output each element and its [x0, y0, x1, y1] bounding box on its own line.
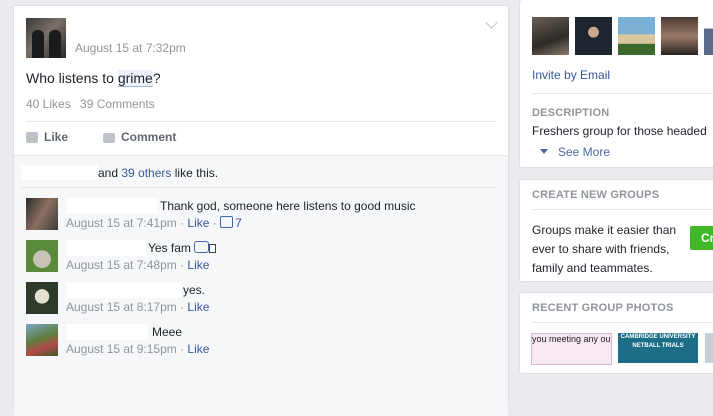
likes-summary: and 39 others like this.	[21, 165, 218, 180]
likes-count[interactable]: 40 Likes	[26, 97, 71, 111]
post-card: August 15 at 7:32pm Who listens to grime…	[13, 5, 509, 416]
recent-photos-heading: RECENT GROUP PHOTOS	[532, 302, 674, 314]
thumbs-up-icon	[26, 132, 38, 143]
comment-text: Meee	[152, 325, 183, 339]
comment-meta: August 15 at 7:41pm · Like · 7	[66, 216, 242, 230]
commenter-name[interactable]	[66, 240, 146, 256]
create-groups-line: ever to share with friends,	[532, 242, 670, 256]
triangle-down-icon	[540, 149, 548, 154]
comment-text: yes.	[183, 283, 206, 297]
chevron-down-icon[interactable]	[485, 16, 498, 29]
comment-item: Thank god, someone here listens to good …	[26, 198, 496, 234]
group-photo[interactable]	[705, 333, 713, 363]
comment-meta: August 15 at 9:15pm · Like	[66, 342, 210, 356]
comment-like-link[interactable]: Like	[187, 258, 209, 272]
description-heading: DESCRIPTION	[532, 107, 610, 119]
create-group-button[interactable]: Cr	[690, 226, 713, 250]
group-post-avatar[interactable]	[26, 18, 66, 58]
member-photo[interactable]	[532, 17, 569, 55]
speech-emoji-icon	[194, 241, 210, 253]
create-groups-panel: CREATE NEW GROUPS Groups make it easier …	[519, 179, 713, 282]
commenter-avatar[interactable]	[26, 240, 58, 272]
create-groups-description: Groups make it easier than ever to share…	[532, 221, 692, 278]
likes-suffix: like this.	[171, 166, 219, 180]
commenter-name[interactable]	[66, 324, 148, 340]
post-hashtag-grime[interactable]: grime	[117, 70, 153, 87]
comment-button[interactable]: Comment	[103, 130, 176, 144]
member-photo[interactable]	[661, 17, 698, 55]
comment-likes-number: 7	[235, 216, 242, 230]
divider	[21, 187, 496, 188]
like-button-label: Like	[44, 130, 69, 144]
commenter-name[interactable]	[66, 198, 158, 214]
comment-like-link[interactable]: Like	[187, 216, 209, 230]
comment-item: yes. August 15 at 8:17pm · Like	[26, 282, 496, 318]
divider	[532, 93, 713, 94]
group-photo-caption: CAMBRIDGE UNIVERSITY NETBALL TRIALS	[620, 334, 696, 349]
description-text: Freshers group for those headed	[532, 124, 707, 138]
group-photo-caption: you meeting any ou	[532, 334, 611, 344]
see-more-link[interactable]: See More	[540, 145, 610, 159]
comment-like-link[interactable]: Like	[187, 300, 209, 314]
group-photo[interactable]: you meeting any ou	[531, 333, 612, 365]
comment-text: Yes fam	[148, 241, 217, 255]
comment-meta: August 15 at 7:48pm · Like	[66, 258, 210, 272]
invite-by-email-link[interactable]: Invite by Email	[532, 68, 610, 82]
see-more-label: See More	[558, 145, 611, 159]
comment-timestamp[interactable]: August 15 at 7:48pm	[66, 258, 177, 272]
likes-others-link[interactable]: 39 others	[121, 166, 171, 180]
commenter-avatar[interactable]	[26, 282, 58, 314]
like-button[interactable]: Like	[26, 130, 68, 144]
comment-item: Meee August 15 at 9:15pm · Like	[26, 324, 496, 360]
likes-and: and	[98, 166, 122, 180]
comment-item: Yes fam August 15 at 7:48pm · Like	[26, 240, 496, 276]
divider	[26, 121, 496, 122]
create-groups-line: family and teammates.	[532, 261, 653, 275]
divider	[532, 322, 713, 323]
comment-like-link[interactable]: Like	[187, 342, 209, 356]
comments-count[interactable]: 39 Comments	[80, 97, 155, 111]
liker-name[interactable]	[21, 165, 98, 180]
comment-timestamp[interactable]: August 15 at 9:15pm	[66, 342, 177, 356]
thumbs-up-icon	[220, 216, 234, 228]
divider	[532, 209, 713, 210]
recent-photos-panel: RECENT GROUP PHOTOS you meeting any ou C…	[519, 292, 713, 374]
create-groups-heading: CREATE NEW GROUPS	[532, 189, 660, 201]
commenter-name[interactable]	[66, 282, 181, 298]
commenter-avatar[interactable]	[26, 324, 58, 356]
comment-bubble-icon	[103, 133, 115, 143]
comment-like-count[interactable]: 7	[220, 216, 242, 230]
post-stats: 40 Likes 39 Comments	[26, 97, 161, 111]
member-photo[interactable]	[618, 17, 655, 55]
comments-section: and 39 others like this. Thank god, some…	[14, 155, 508, 416]
member-photo[interactable]	[575, 17, 612, 55]
comment-text: Thank god, someone here listens to good …	[160, 199, 416, 213]
member-photo[interactable]	[704, 17, 713, 55]
comment-button-label: Comment	[121, 130, 177, 144]
group-info-panel: Invite by Email DESCRIPTION Freshers gro…	[519, 0, 713, 168]
group-photo[interactable]: CAMBRIDGE UNIVERSITY NETBALL TRIALS	[618, 333, 698, 363]
comment-text-content: Yes fam	[148, 241, 191, 255]
comment-timestamp[interactable]: August 15 at 7:41pm	[66, 216, 177, 230]
post-text: Who listens to grime?	[26, 70, 161, 87]
comment-meta: August 15 at 8:17pm · Like	[66, 300, 210, 314]
post-text-after: ?	[152, 70, 161, 86]
comment-timestamp[interactable]: August 15 at 8:17pm	[66, 300, 177, 314]
post-text-before: Who listens to	[26, 70, 118, 86]
commenter-avatar[interactable]	[26, 198, 58, 230]
create-groups-line: Groups make it easier than	[532, 223, 677, 237]
post-timestamp[interactable]: August 15 at 7:32pm	[75, 41, 186, 55]
unknown-glyph-icon	[209, 244, 217, 253]
